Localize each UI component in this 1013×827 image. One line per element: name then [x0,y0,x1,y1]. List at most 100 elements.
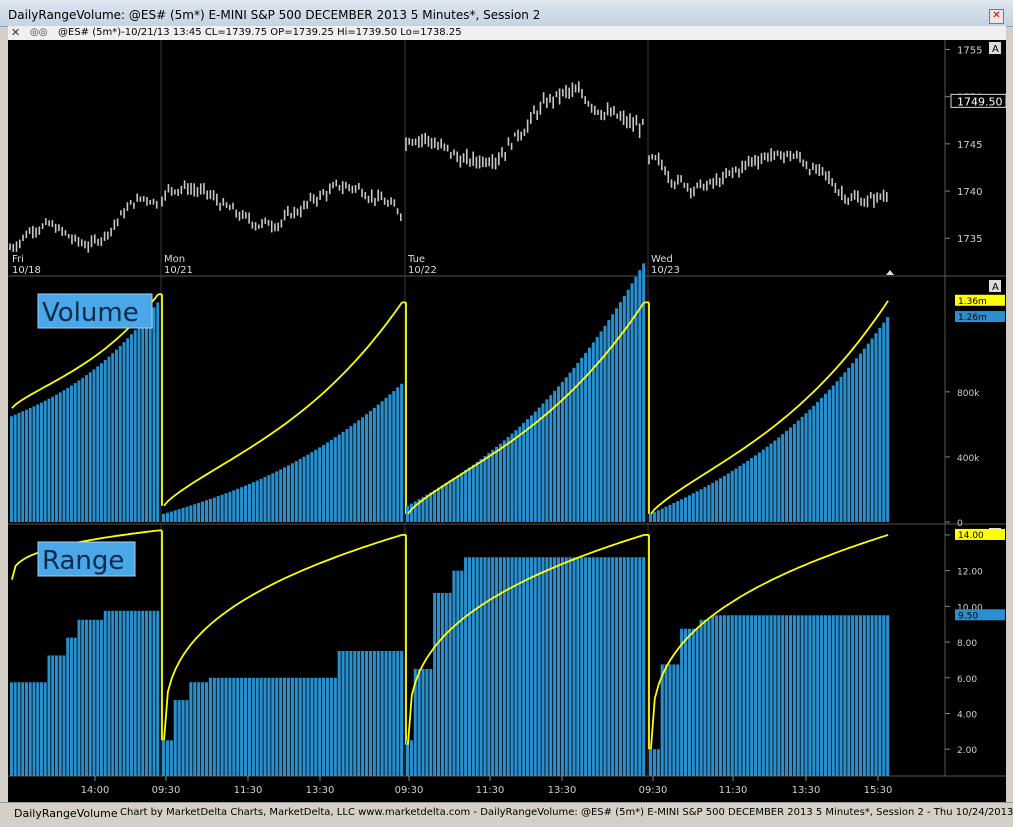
volume-bar [788,427,793,522]
range-bar [691,628,695,776]
visibility-icon[interactable]: ◎◎ [30,26,47,40]
range-bar [173,700,177,776]
range-bar [417,668,421,776]
range-bar [421,668,425,776]
volume-bar [306,454,310,522]
volume-bar [456,475,460,522]
volume-bar [329,439,333,522]
range-bar [858,615,862,776]
range-bar [10,682,13,776]
volume-bar [85,375,88,522]
volume-bar [851,363,855,522]
volume-bar [792,424,796,522]
x-tick-label: 15:30 [864,785,893,796]
volume-bar [333,437,337,522]
range-bar [591,557,595,776]
close-window-button[interactable]: ✕ [989,9,1004,24]
range-bar [290,677,294,776]
volume-bar [294,461,298,522]
range-bar [467,557,472,776]
volume-bar [275,471,279,522]
range-bar [263,677,267,776]
range-bar [603,557,607,776]
range-bar [483,557,487,776]
volume-bar [734,468,738,522]
range-bar [699,619,703,776]
volume-bar [283,467,287,522]
range-bar [835,615,839,776]
study-name: DailyRangeVolume [14,807,118,820]
volume-bar [556,386,561,522]
range-bar [55,655,58,776]
volume-bar [25,409,28,522]
volume-bar [17,413,21,522]
x-tick-label: 11:30 [719,785,748,796]
range-bar [769,615,773,776]
volume-bar [118,345,122,522]
range-bar [491,557,495,776]
volume-bar [440,485,444,522]
range-bar [197,682,201,776]
volume-bar [656,510,660,522]
volume-bar [804,413,808,522]
close-study-icon[interactable]: ✕ [11,26,20,40]
range-bar [286,677,291,776]
close-icon: ✕ [992,10,1001,21]
range-bar [556,557,561,776]
volume-bar [816,401,820,522]
range-bar [361,651,365,776]
range-bar [572,557,576,776]
volume-bar [649,513,653,522]
range-bar [626,557,630,776]
range-bar [808,615,812,776]
range-bar [533,557,537,776]
range-bar [201,682,205,776]
volume-bar [436,487,441,522]
range-bar [804,615,808,776]
volume-bar [870,338,874,522]
volume-bar [55,394,58,522]
volume-bar [216,496,220,522]
range-bar [495,557,499,776]
volume-bar [831,385,835,522]
volume-bar [70,385,73,522]
session-day-label: Wed [651,254,673,265]
range-bar [785,615,789,776]
range-bar [232,677,236,776]
volume-bar [781,434,785,522]
volume-bar [808,409,812,522]
volume-bar [169,511,173,522]
range-bar [444,592,448,776]
range-bar [781,615,785,776]
range-bar [649,749,653,776]
volume-bar [130,334,133,522]
volume-bar [40,402,43,522]
volume-bar [298,458,302,522]
volume-bar [81,377,85,522]
range-bar [580,557,584,776]
range-bar [43,682,47,776]
volume-bar [529,415,533,522]
range-bar [607,557,611,776]
range-bar [162,740,166,776]
range-bar [576,557,580,776]
range-bar [870,615,874,776]
chart-area[interactable]: 173517401745175017551749.50AFri10/18Mon1… [8,40,1006,802]
range-bar [683,628,688,776]
volume-bar [676,501,680,522]
range-bar [137,610,141,776]
range-bar [240,677,244,776]
range-bar [460,570,464,776]
volume-bar [240,487,244,522]
range-bar [820,615,824,776]
volume-bar [392,390,396,522]
volume-bar [695,491,699,522]
range-bar [761,615,765,776]
volume-bar [750,458,754,522]
volume-bar [687,495,691,522]
range-bar [595,557,599,776]
volume-bar [664,506,668,522]
scale-badge-label: A [992,282,999,293]
range-bar [259,677,263,776]
range-bar [742,615,746,776]
